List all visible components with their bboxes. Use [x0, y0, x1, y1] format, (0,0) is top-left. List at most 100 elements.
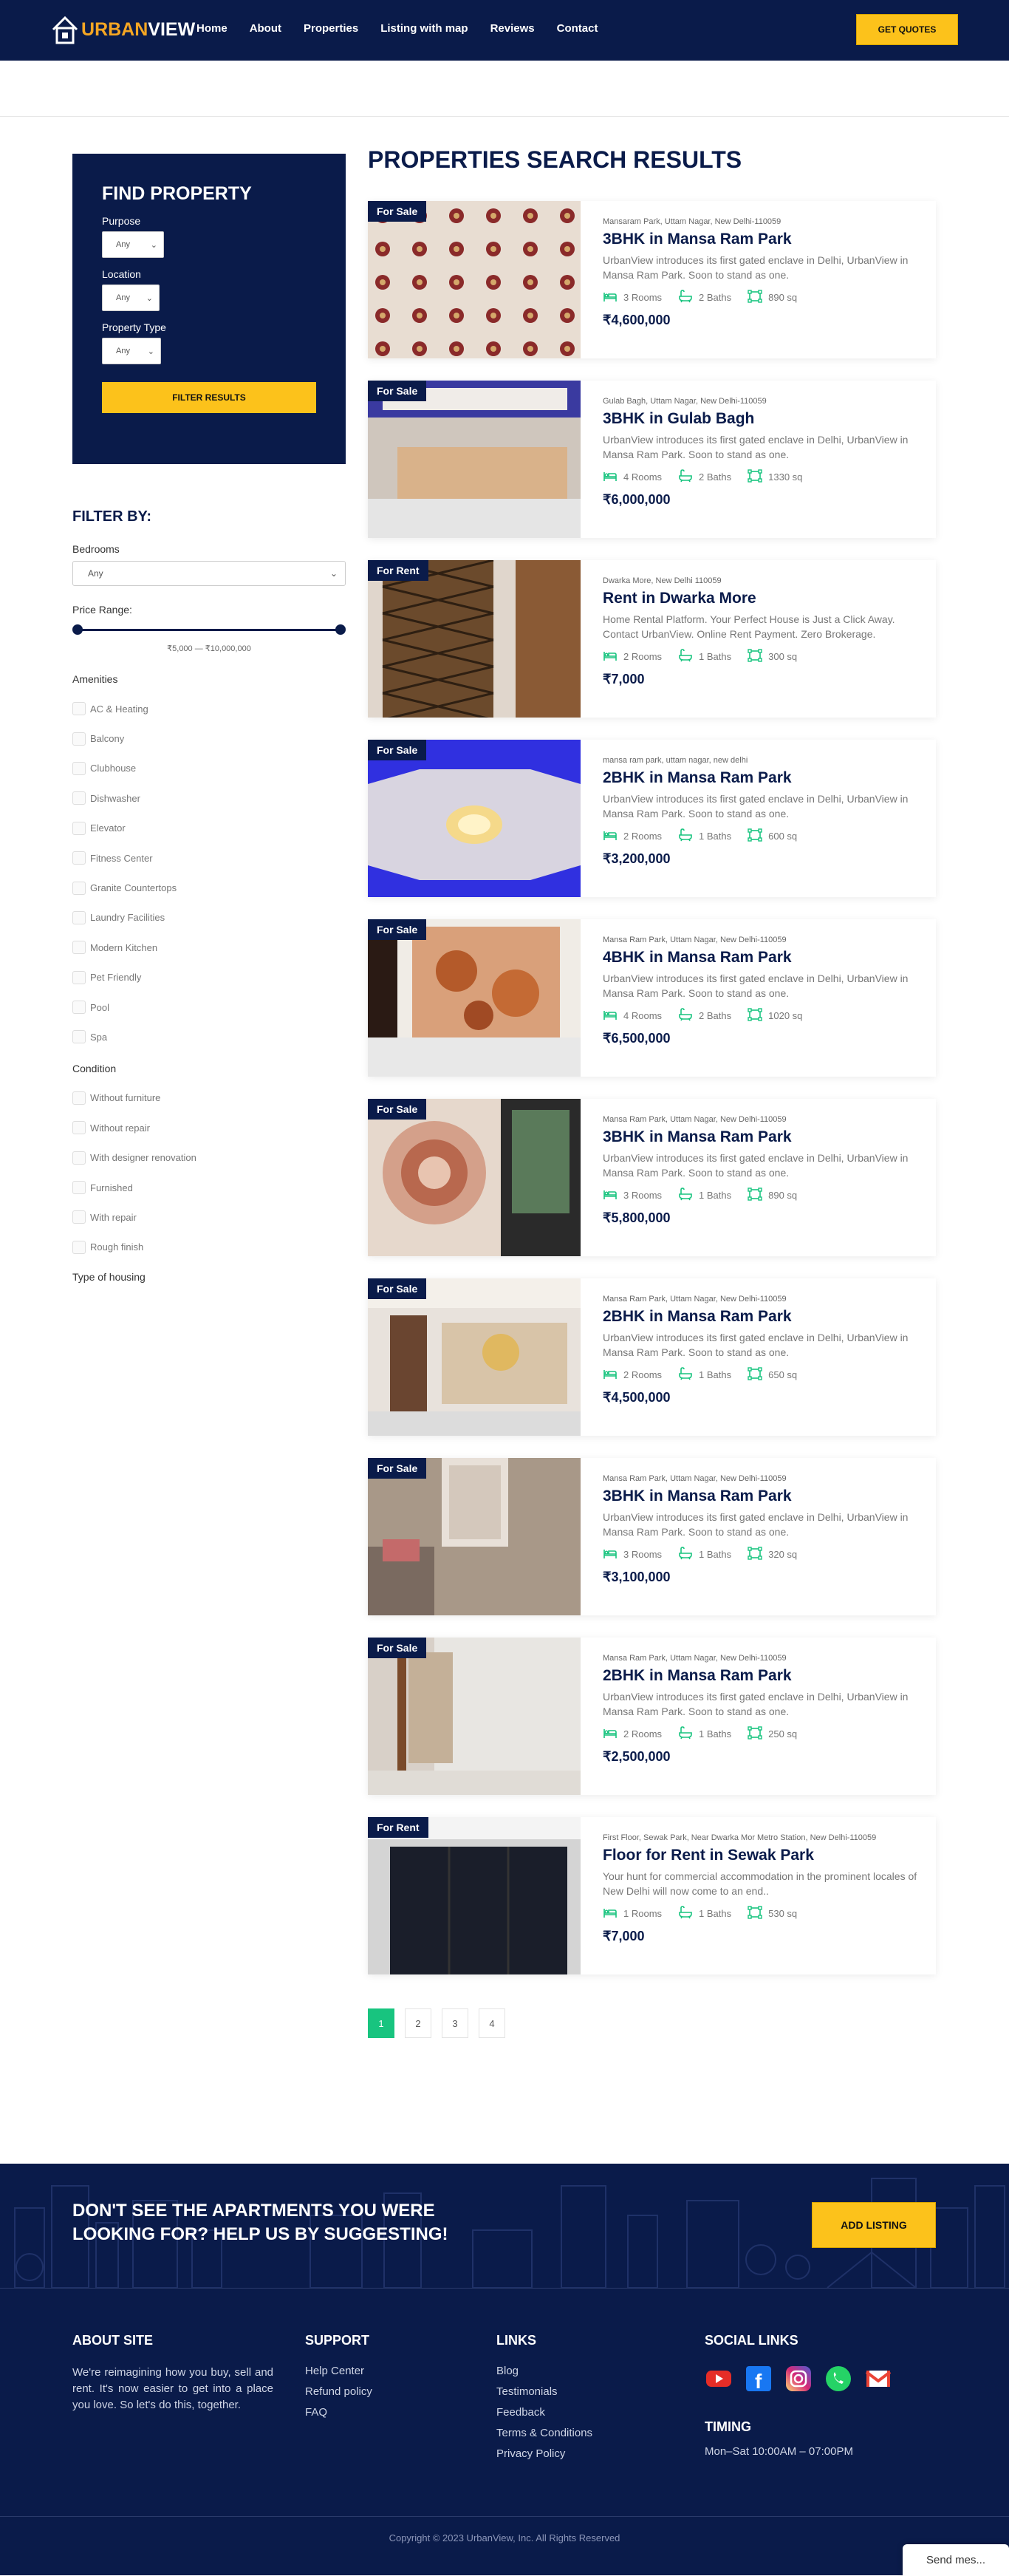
condition-checkbox[interactable]: Rough finish	[72, 1233, 346, 1262]
condition-checkbox[interactable]: With designer renovation	[72, 1142, 346, 1172]
property-title[interactable]: Floor for Rent in Sewak Park	[603, 1847, 920, 1864]
support-link[interactable]: Refund policy	[305, 2385, 453, 2398]
amenity-checkbox[interactable]: Dishwasher	[72, 783, 346, 813]
property-photo[interactable]: For Sale	[368, 1278, 581, 1436]
checkbox-box[interactable]	[72, 1091, 86, 1105]
property-title[interactable]: 3BHK in Mansa Ram Park	[603, 1128, 920, 1146]
nav-link-0[interactable]: Home	[196, 22, 228, 35]
nav-link-2[interactable]: Properties	[304, 22, 358, 35]
amenity-checkbox[interactable]: AC & Heating	[72, 694, 346, 723]
amenity-checkbox[interactable]: Balcony	[72, 723, 346, 753]
support-link[interactable]: Help Center	[305, 2365, 453, 2377]
send-message-chat-button[interactable]: Send mes...	[903, 2544, 1009, 2576]
property-photo[interactable]: For Sale	[368, 1638, 581, 1795]
checkbox-box[interactable]	[72, 851, 86, 865]
price-range-slider[interactable]: ₹5,000 — ₹10,000,000	[72, 621, 346, 653]
nav-link-5[interactable]: Contact	[557, 22, 598, 35]
property-photo[interactable]: For Rent	[368, 560, 581, 718]
property-card[interactable]: For Sale Mansaram Park, Uttam Nagar, New …	[368, 201, 936, 358]
condition-checkbox[interactable]: Without furniture	[72, 1083, 346, 1113]
amenity-checkbox[interactable]: Modern Kitchen	[72, 933, 346, 962]
instagram-icon[interactable]	[784, 2365, 813, 2393]
property-title[interactable]: 3BHK in Mansa Ram Park	[603, 1488, 920, 1505]
add-listing-button[interactable]: ADD LISTING	[812, 2202, 936, 2248]
checkbox-box[interactable]	[72, 970, 86, 984]
property-type-select[interactable]: Any ⌄	[102, 338, 161, 364]
property-card[interactable]: For Sale Mansa Ram Park, Uttam Nagar, New…	[368, 1638, 936, 1795]
checkbox-box[interactable]	[72, 881, 86, 895]
amenity-checkbox[interactable]: Laundry Facilities	[72, 903, 346, 933]
property-title[interactable]: 3BHK in Mansa Ram Park	[603, 231, 920, 248]
support-link[interactable]: FAQ	[305, 2406, 453, 2419]
checkbox-box[interactable]	[72, 1181, 86, 1195]
property-card[interactable]: For Sale Gulab Bagh, Uttam Nagar, New Del…	[368, 381, 936, 538]
page-button[interactable]: 4	[479, 2008, 505, 2038]
amenity-checkbox[interactable]: Spa	[72, 1022, 346, 1052]
get-quotes-button[interactable]: GET QUOTES	[856, 14, 958, 45]
nav-link-1[interactable]: About	[250, 22, 281, 35]
location-select[interactable]: Any ⌄	[102, 284, 160, 311]
checkbox-box[interactable]	[72, 941, 86, 955]
property-title[interactable]: 2BHK in Mansa Ram Park	[603, 1667, 920, 1685]
slider-min-handle[interactable]	[72, 624, 83, 635]
condition-checkbox[interactable]: Furnished	[72, 1173, 346, 1202]
nav-link-4[interactable]: Reviews	[490, 22, 535, 35]
property-card[interactable]: For Sale Mansa Ram Park, Uttam Nagar, New…	[368, 1278, 936, 1436]
property-title[interactable]: 2BHK in Mansa Ram Park	[603, 769, 920, 787]
property-photo[interactable]: For Sale	[368, 919, 581, 1077]
footer-link[interactable]: Privacy Policy	[496, 2447, 659, 2460]
footer-link[interactable]: Testimonials	[496, 2385, 659, 2398]
checkbox-box[interactable]	[72, 1030, 86, 1044]
property-photo[interactable]: For Sale	[368, 381, 581, 538]
property-title[interactable]: 2BHK in Mansa Ram Park	[603, 1308, 920, 1326]
checkbox-box[interactable]	[72, 1210, 86, 1224]
youtube-icon[interactable]	[705, 2365, 733, 2393]
page-button[interactable]: 1	[368, 2008, 394, 2038]
gmail-icon[interactable]	[864, 2365, 892, 2393]
checkbox-box[interactable]	[72, 761, 86, 775]
facebook-icon[interactable]: f	[745, 2365, 773, 2393]
property-card[interactable]: For Sale Mansa Ram Park, Uttam Nagar, New…	[368, 919, 936, 1077]
property-title[interactable]: 3BHK in Gulab Bagh	[603, 410, 920, 428]
footer-link[interactable]: Feedback	[496, 2406, 659, 2419]
property-title[interactable]: 4BHK in Mansa Ram Park	[603, 949, 920, 967]
condition-checkbox[interactable]: With repair	[72, 1202, 346, 1232]
footer-link[interactable]: Terms & Conditions	[496, 2427, 659, 2439]
amenity-checkbox[interactable]: Fitness Center	[72, 843, 346, 873]
page-button[interactable]: 2	[405, 2008, 431, 2038]
amenity-checkbox[interactable]: Clubhouse	[72, 754, 346, 783]
amenity-checkbox[interactable]: Pool	[72, 992, 346, 1022]
page-button[interactable]: 3	[442, 2008, 468, 2038]
property-photo[interactable]: For Sale	[368, 201, 581, 358]
amenity-checkbox[interactable]: Pet Friendly	[72, 963, 346, 992]
nav-link-3[interactable]: Listing with map	[380, 22, 468, 35]
property-photo[interactable]: For Rent	[368, 1817, 581, 1974]
amenity-checkbox[interactable]: Granite Countertops	[72, 873, 346, 902]
checkbox-box[interactable]	[72, 1121, 86, 1135]
checkbox-box[interactable]	[72, 791, 86, 805]
checkbox-box[interactable]	[72, 1151, 86, 1165]
property-photo[interactable]: For Sale	[368, 1458, 581, 1615]
property-photo[interactable]: For Sale	[368, 740, 581, 897]
amenity-checkbox[interactable]: Elevator	[72, 814, 346, 843]
checkbox-box[interactable]	[72, 821, 86, 835]
purpose-select[interactable]: Any ⌄	[102, 231, 164, 258]
checkbox-box[interactable]	[72, 702, 86, 716]
urbanview-logo[interactable]: URBANVIEW	[50, 10, 195, 49]
property-card[interactable]: For Sale mansa ram park, uttam nagar, new…	[368, 740, 936, 897]
filter-results-button[interactable]: FILTER RESULTS	[102, 382, 316, 413]
property-card[interactable]: For Sale Mansa Ram Park, Uttam Nagar, New…	[368, 1458, 936, 1615]
property-title[interactable]: Rent in Dwarka More	[603, 590, 920, 607]
checkbox-box[interactable]	[72, 1240, 86, 1254]
checkbox-box[interactable]	[72, 1001, 86, 1015]
condition-checkbox[interactable]: Without repair	[72, 1113, 346, 1142]
bedrooms-select[interactable]: Any ⌄	[72, 561, 346, 586]
property-card[interactable]: For Rent Dwarka More, New Delhi 110059 Ren…	[368, 560, 936, 718]
footer-link[interactable]: Blog	[496, 2365, 659, 2377]
property-card[interactable]: For Sale Mansa Ram Park, Uttam Nagar, New…	[368, 1099, 936, 1256]
property-card[interactable]: For Rent First Floor, Sewak Park, Near Dw…	[368, 1817, 936, 1974]
whatsapp-icon[interactable]	[824, 2365, 852, 2393]
property-photo[interactable]: For Sale	[368, 1099, 581, 1256]
checkbox-box[interactable]	[72, 732, 86, 746]
checkbox-box[interactable]	[72, 910, 86, 924]
